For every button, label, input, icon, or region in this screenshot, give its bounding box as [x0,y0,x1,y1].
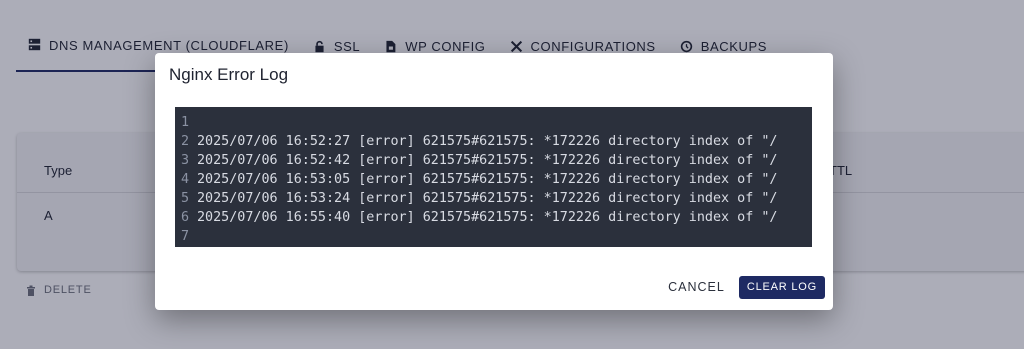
line-text: 2025/07/06 16:53:05 [error] 621575#62157… [197,172,778,187]
log-line: 2 2025/07/06 16:52:27 [error] 621575#6215… [175,132,812,151]
log-line: 7 [175,227,812,246]
clear-log-button[interactable]: CLEAR LOG [738,275,825,299]
error-log-dialog: Nginx Error Log 1 2 2025/07/06 16:52:27 [… [155,53,833,310]
line-number: 5 [181,191,190,206]
line-number: 1 [181,115,190,130]
log-viewer[interactable]: 1 2 2025/07/06 16:52:27 [error] 621575#62… [175,107,812,247]
log-line: 4 2025/07/06 16:53:05 [error] 621575#6215… [175,170,812,189]
log-line: 6 2025/07/06 16:55:40 [error] 621575#6215… [175,208,812,227]
line-number: 7 [181,229,190,244]
dialog-actions: CANCEL CLEAR LOG [668,274,825,300]
line-text: 2025/07/06 16:52:42 [error] 621575#62157… [197,153,778,168]
log-line: 1 [175,113,812,132]
cancel-button[interactable]: CANCEL [668,274,725,300]
log-line: 5 2025/07/06 16:53:24 [error] 621575#6215… [175,189,812,208]
line-text: 2025/07/06 16:53:24 [error] 621575#62157… [197,191,778,206]
line-text: 2025/07/06 16:55:40 [error] 621575#62157… [197,210,778,225]
line-text: 2025/07/06 16:52:27 [error] 621575#62157… [197,134,778,149]
line-number: 6 [181,210,190,225]
line-number: 3 [181,153,190,168]
line-number: 2 [181,134,190,149]
dialog-title: Nginx Error Log [169,65,289,84]
line-number: 4 [181,172,190,187]
log-line: 3 2025/07/06 16:52:42 [error] 621575#6215… [175,151,812,170]
